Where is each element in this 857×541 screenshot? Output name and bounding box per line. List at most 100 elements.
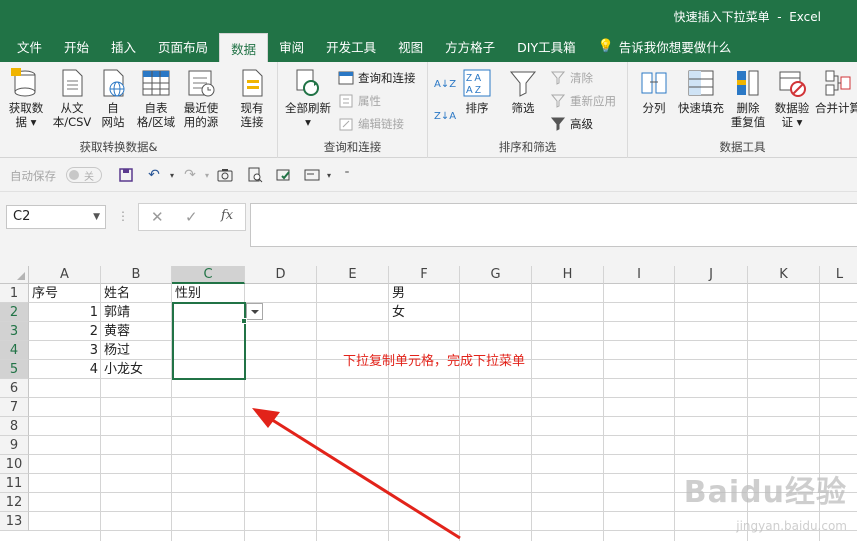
consolidate-button[interactable]: 合并计算: [814, 68, 857, 115]
from-csv-button[interactable]: 从文 本/CSV: [50, 68, 94, 129]
sort-ascending-icon: A↓Z: [434, 78, 457, 90]
tab-insert[interactable]: 插入: [100, 30, 147, 62]
autosave-toggle[interactable]: 关: [66, 167, 102, 183]
tab-review[interactable]: 审阅: [268, 30, 315, 62]
properties-button[interactable]: 属性: [338, 91, 381, 111]
quick-access-toolbar: 自动保存 关 ↶ ▾ ↷ ▾ ▾ ⁼: [0, 158, 857, 192]
tab-data[interactable]: 数据: [219, 33, 269, 62]
edit-links-icon: [338, 116, 354, 132]
refresh-all-button[interactable]: 全部刷新 ▾: [282, 68, 334, 129]
ribbon-tabs: 文件 开始 插入 页面布局 数据 审阅 开发工具 视图 方方格子 DIY工具箱 …: [0, 30, 857, 62]
edit-links-label: 编辑链接: [358, 117, 404, 131]
title-bar: 快速插入下拉菜单 - Excel: [0, 0, 857, 30]
svg-text:A Z: A Z: [466, 85, 481, 96]
refresh-all-label: 全部刷新 ▾: [285, 101, 331, 129]
text-to-columns-icon: [639, 68, 669, 98]
enter-icon[interactable]: ✓: [185, 208, 198, 226]
group-get-transform: 获取数 据 ▾ 从文 本/CSV 自 网站 自表 格/区域 最近使 用的源 现有…: [0, 62, 278, 158]
sort-button[interactable]: Z AA Z 排序: [460, 68, 494, 115]
edit-links-button[interactable]: 编辑链接: [338, 114, 404, 134]
from-table-button[interactable]: 自表 格/区域: [133, 68, 179, 129]
save-icon[interactable]: [117, 166, 135, 184]
clear-filter-button[interactable]: 清除: [550, 68, 593, 88]
remove-duplicates-button[interactable]: 删除 重复值: [728, 68, 768, 129]
recent-sources-icon: [186, 68, 216, 98]
from-csv-label: 从文 本/CSV: [52, 101, 92, 129]
text-file-icon: [57, 68, 87, 98]
filter-button[interactable]: 筛选: [506, 68, 540, 115]
toggle-knob: [69, 170, 79, 180]
consolidate-label: 合并计算: [815, 101, 857, 115]
svg-text:Z A: Z A: [466, 73, 481, 84]
redo-icon[interactable]: ↷: [181, 166, 199, 184]
data-validation-label: 数据验 证 ▾: [774, 101, 810, 129]
advanced-filter-label: 高级: [570, 117, 593, 131]
existing-connections-label: 现有 连接: [240, 101, 264, 129]
insert-function-icon[interactable]: fx: [221, 208, 233, 223]
ribbon: 获取数 据 ▾ 从文 本/CSV 自 网站 自表 格/区域 最近使 用的源 现有…: [0, 62, 857, 158]
text-to-columns-button[interactable]: 分列: [636, 68, 672, 115]
tell-me-search[interactable]: 💡 告诉我你想要做什么: [587, 30, 743, 62]
filter-icon: [508, 68, 538, 98]
redo-dropdown-icon[interactable]: ▾: [198, 166, 216, 184]
group-label-data-tools: 数据工具: [719, 140, 766, 154]
refresh-icon: [293, 68, 323, 98]
undo-dropdown-icon[interactable]: ▾: [163, 166, 181, 184]
from-web-label: 自 网站: [101, 101, 125, 129]
tab-fangfang[interactable]: 方方格子: [434, 30, 506, 62]
form-icon[interactable]: [303, 166, 321, 184]
name-box-dropdown-icon[interactable]: ▼: [93, 206, 100, 228]
reapply-button[interactable]: 重新应用: [550, 91, 616, 111]
sort-descending-icon: Z↓A: [434, 110, 457, 122]
queries-icon: [338, 70, 354, 86]
group-sort-filter: A↓Z Z↓A Z AA Z 排序 筛选 清除 重新应用 高级 排序和筛选: [428, 62, 628, 158]
flash-fill-button[interactable]: 快速填充: [674, 68, 728, 115]
spell-check-icon[interactable]: [275, 166, 293, 184]
watermark-logo: Baidu经验: [683, 475, 847, 510]
formula-bar-grip-icon[interactable]: ⋮: [117, 209, 129, 223]
print-preview-icon[interactable]: [246, 166, 264, 184]
window-title: 快速插入下拉菜单 - Excel: [673, 10, 821, 24]
undo-icon[interactable]: ↶: [145, 166, 163, 184]
clear-filter-icon: [550, 70, 566, 86]
table-icon: [141, 68, 171, 98]
name-box[interactable]: C2 ▼: [6, 205, 106, 229]
group-label-get-transform: 获取转换数据&: [79, 140, 158, 154]
clear-filter-label: 清除: [570, 71, 593, 85]
group-label-sort-filter: 排序和筛选: [498, 140, 557, 154]
customize-qat-icon[interactable]: ⁼: [338, 166, 356, 184]
data-validation-icon: [777, 68, 807, 98]
queries-connections-button[interactable]: 查询和连接: [338, 68, 416, 88]
get-data-button[interactable]: 获取数 据 ▾: [4, 68, 48, 129]
advanced-filter-button[interactable]: 高级: [550, 114, 593, 134]
get-data-label: 获取数 据 ▾: [8, 101, 44, 129]
formula-buttons: ✕ ✓ fx: [138, 203, 246, 231]
tab-file[interactable]: 文件: [4, 30, 53, 62]
from-web-button[interactable]: 自 网站: [96, 68, 130, 129]
cancel-icon[interactable]: ✕: [151, 208, 164, 226]
text-to-columns-label: 分列: [642, 101, 666, 115]
worksheet-grid[interactable]: ABCDEFGHIJKL 1 2 3 4 5 6 7 8 9 10 11 12 13 序号 姓名 性别男 1 郭…: [0, 266, 857, 541]
camera-icon[interactable]: [216, 166, 234, 184]
reapply-icon: [550, 93, 566, 109]
remove-duplicates-label: 删除 重复值: [730, 101, 766, 129]
properties-icon: [338, 93, 354, 109]
from-table-label: 自表 格/区域: [136, 101, 176, 129]
tab-view[interactable]: 视图: [387, 30, 434, 62]
autosave-label: 自动保存: [10, 169, 56, 183]
tab-developer[interactable]: 开发工具: [315, 30, 387, 62]
connections-icon: [237, 68, 267, 98]
sort-descending-button[interactable]: Z↓A: [434, 106, 456, 126]
tab-diy-toolbox[interactable]: DIY工具箱: [506, 30, 586, 62]
recent-sources-button[interactable]: 最近使 用的源: [180, 68, 222, 129]
sort-ascending-button[interactable]: A↓Z: [434, 74, 456, 94]
data-validation-button[interactable]: 数据验 证 ▾: [770, 68, 814, 129]
filter-label: 筛选: [511, 101, 535, 115]
flash-fill-icon: [686, 68, 716, 98]
tab-page-layout[interactable]: 页面布局: [147, 30, 219, 62]
formula-input[interactable]: [250, 203, 857, 247]
group-queries: 全部刷新 ▾ 查询和连接 属性 编辑链接 查询和连接: [278, 62, 428, 158]
form-dropdown-icon[interactable]: ▾: [320, 166, 338, 184]
tab-home[interactable]: 开始: [53, 30, 100, 62]
existing-connections-button[interactable]: 现有 连接: [232, 68, 272, 129]
